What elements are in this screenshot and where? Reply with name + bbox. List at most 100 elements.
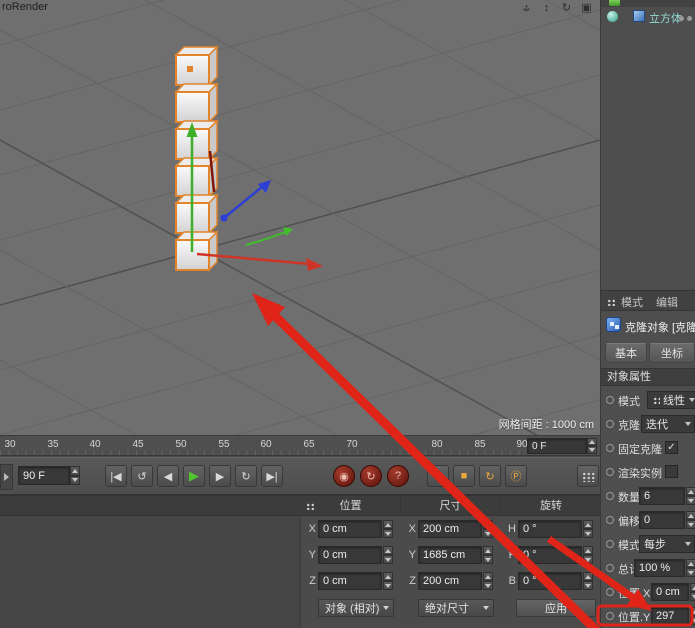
size-mode-dropdown[interactable]: 绝对尺寸 — [418, 599, 494, 617]
next-frame-button[interactable]: ▶ — [209, 465, 231, 487]
size-y-stepper[interactable] — [483, 546, 493, 564]
current-frame-field[interactable]: 0 F — [527, 438, 587, 454]
record-options-button[interactable]: ? — [387, 465, 409, 487]
key-position-toggle[interactable]: ↔↕ — [427, 465, 449, 487]
position-y-stepper[interactable] — [690, 607, 695, 625]
autokeying-button[interactable]: ↻ — [360, 465, 382, 487]
size-x-field[interactable]: 200 cm — [418, 520, 482, 538]
keyframe-selection-button[interactable] — [577, 465, 599, 487]
pos-x-label: X — [304, 520, 316, 538]
toggle-view-icon[interactable]: ▣ — [579, 1, 594, 15]
record-keyframe-button[interactable]: ◉ — [333, 465, 355, 487]
goto-end-button[interactable]: ▶| — [261, 465, 283, 487]
ruler-tick-label: 90 — [516, 439, 527, 450]
ruler-tick-label: 70 — [346, 439, 357, 450]
anim-dot-icon[interactable] — [606, 516, 614, 524]
offset-stepper[interactable] — [686, 511, 695, 529]
position-y-field[interactable]: 297 — [651, 607, 689, 625]
anim-dot-icon[interactable] — [606, 540, 614, 548]
total-field[interactable]: 100 % — [634, 559, 685, 577]
size-z-stepper[interactable] — [483, 572, 493, 590]
menu-dots-icon[interactable] — [606, 298, 615, 306]
step-mode-dropdown[interactable]: 每步 — [639, 535, 695, 553]
rot-b-label: B — [504, 572, 516, 590]
timeline-ruler[interactable]: 30 35 40 45 50 55 60 65 70 80 85 90 0 F — [0, 435, 600, 456]
total-stepper[interactable] — [686, 559, 695, 577]
pan-view-icon[interactable]: ↔↕ — [519, 1, 534, 15]
key-scale-toggle[interactable]: ■ — [453, 465, 475, 487]
attr-label: 渲染实例 — [618, 465, 662, 481]
rot-p-stepper[interactable] — [583, 546, 593, 564]
panel-collapse-button[interactable] — [0, 464, 13, 490]
apply-button[interactable]: 应用 — [516, 599, 596, 617]
mode-dropdown[interactable]: 线性 — [647, 391, 695, 409]
rot-h-field[interactable]: 0 ° — [518, 520, 582, 538]
goto-start-button[interactable]: |◀ — [105, 465, 127, 487]
editor-visibility-dot[interactable] — [679, 16, 684, 21]
anim-dot-icon[interactable] — [606, 444, 614, 452]
position-x-stepper[interactable] — [690, 583, 695, 601]
viewport-3d[interactable]: roRender ↔↕ ↕ ↻ ▣ 网格间距 : 1000 cm — [0, 0, 600, 435]
anim-dot-icon[interactable] — [606, 588, 614, 596]
rot-b-stepper[interactable] — [583, 572, 593, 590]
loop-mode-button[interactable]: ↻ — [235, 465, 257, 487]
count-stepper[interactable] — [686, 487, 695, 505]
size-y-field[interactable]: 1685 cm — [418, 546, 482, 564]
anim-dot-icon[interactable] — [606, 468, 614, 476]
pos-z-field[interactable]: 0 cm — [318, 572, 382, 590]
anim-dot-icon[interactable] — [606, 612, 614, 620]
anim-dot-icon[interactable] — [606, 492, 614, 500]
attribute-title: 克隆对象 [克隆] — [625, 319, 695, 335]
anim-dot-icon[interactable] — [606, 396, 614, 404]
play-backwards-button[interactable]: ↺ — [131, 465, 153, 487]
rot-b-field[interactable]: 0 ° — [518, 572, 582, 590]
end-frame-field[interactable]: 90 F — [18, 466, 70, 485]
sphere-toggle-icon[interactable] — [607, 11, 618, 22]
anim-dot-icon[interactable] — [606, 420, 614, 428]
fixed-clone-checkbox[interactable]: ✓ — [665, 441, 678, 454]
count-field[interactable]: 6 — [639, 487, 685, 505]
render-instance-checkbox[interactable] — [665, 465, 678, 478]
play-button[interactable]: ▶ — [183, 465, 205, 487]
frame-stepper[interactable] — [587, 438, 597, 454]
section-object-properties[interactable]: 对象属性 — [601, 368, 695, 386]
size-x-stepper[interactable] — [483, 520, 493, 538]
coordinate-space-dropdown[interactable]: 对象 (相对) — [318, 599, 394, 617]
key-rotation-toggle[interactable]: ↻ — [479, 465, 501, 487]
rotate-view-icon[interactable]: ↻ — [559, 1, 574, 15]
object-name[interactable]: 立方体 — [649, 10, 682, 26]
material-manager-area[interactable] — [0, 495, 300, 628]
previous-frame-button[interactable]: ◀ — [157, 465, 179, 487]
end-frame-stepper[interactable] — [70, 466, 80, 485]
tab-edit[interactable]: 编辑 — [656, 294, 678, 310]
rot-p-field[interactable]: 0 ° — [518, 546, 582, 564]
question-icon: ? — [395, 470, 401, 482]
clone-cube — [176, 232, 217, 270]
pos-z-label: Z — [304, 572, 316, 590]
attr-label: 模式 — [618, 393, 640, 409]
tab-coordinates[interactable]: 坐标 — [649, 343, 695, 363]
offset-field[interactable]: 0 — [639, 511, 685, 529]
tab-basic[interactable]: 基本 — [605, 343, 647, 363]
size-z-field[interactable]: 200 cm — [418, 572, 482, 590]
key-parameter-toggle[interactable]: Ⓟ — [505, 465, 527, 487]
attr-row-total: 总计 100 % — [601, 556, 695, 580]
position-x-field[interactable]: 0 cm — [651, 583, 689, 601]
panel-menu-icon[interactable] — [305, 502, 315, 510]
pos-y-stepper[interactable] — [383, 546, 393, 564]
tab-mode[interactable]: 模式 — [621, 294, 643, 310]
anim-dot-icon[interactable] — [606, 564, 614, 572]
object-row-cube[interactable]: 立方体 — [601, 7, 695, 26]
pos-y-field[interactable]: 0 cm — [318, 546, 382, 564]
size-y-label: Y — [404, 546, 416, 564]
pos-z-stepper[interactable] — [383, 572, 393, 590]
viewport-menu-prorender[interactable]: roRender — [2, 1, 48, 13]
dolly-view-icon[interactable]: ↕ — [539, 1, 554, 15]
pos-x-field[interactable]: 0 cm — [318, 520, 382, 538]
attr-row-offset: 偏移 0 — [601, 508, 695, 532]
rot-h-stepper[interactable] — [583, 520, 593, 538]
render-visibility-dot[interactable] — [687, 16, 692, 21]
clone-dropdown[interactable]: 迭代 — [641, 415, 695, 433]
linear-mode-icon — [652, 396, 660, 404]
pos-x-stepper[interactable] — [383, 520, 393, 538]
